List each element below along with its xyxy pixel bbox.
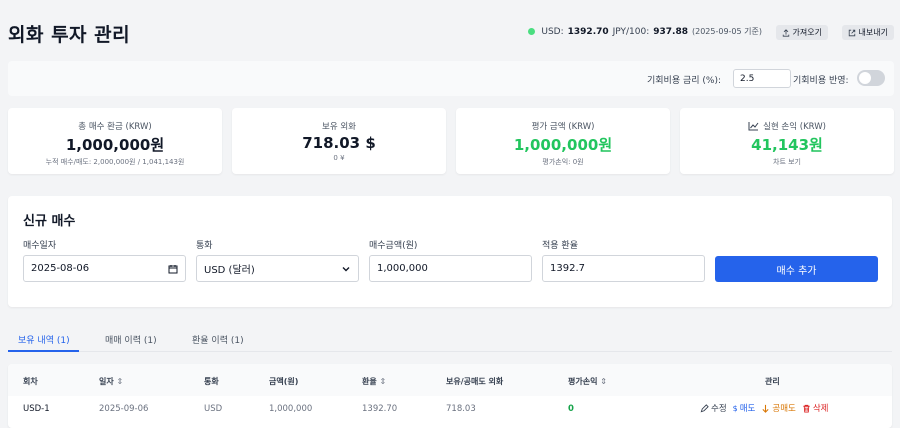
- apply-opportunity-toggle[interactable]: [857, 70, 885, 86]
- header-amount: 금액(원): [269, 377, 299, 386]
- arrow-down-icon: [762, 404, 769, 413]
- opportunity-rate-label: 기회비용 금리 (%):: [647, 76, 722, 86]
- sort-icon: ⇕: [379, 377, 387, 386]
- amount-input[interactable]: 1,000,000: [369, 255, 532, 282]
- card-value: 41,143원: [751, 136, 823, 154]
- card-realized-pnl[interactable]: 실현 손익 (KRW) 41,143원 차트 보기: [680, 108, 894, 174]
- currency-label: 통화: [196, 241, 213, 251]
- date-input[interactable]: 2025-08-06: [23, 255, 186, 282]
- edit-label: 수정: [711, 404, 727, 414]
- jpy-label: JPY/100:: [612, 26, 650, 37]
- sell-label: 매도: [739, 404, 756, 414]
- header-holding: 보유/공매도 외화: [446, 377, 504, 386]
- exchange-rate-summary: USD: 1392.70 JPY/100: 937.88 (2025-09-05…: [528, 26, 762, 37]
- chart-icon: [748, 122, 759, 131]
- cell-date: 2025-09-06: [99, 404, 149, 414]
- card-valuation: 평가 금액 (KRW) 1,000,000원 평가손익: 0원: [456, 108, 670, 174]
- opportunity-rate-input[interactable]: [733, 69, 791, 88]
- tab-rate-history[interactable]: 환율 이력 (1): [192, 333, 244, 346]
- upload-icon: [782, 28, 789, 37]
- card-value: 1,000,000원: [513, 136, 613, 154]
- card-total-buy: 총 매수 환금 (KRW) 1,000,000원 누적 매수/매도: 2,000…: [8, 108, 222, 174]
- export-button[interactable]: 내보내기: [841, 25, 894, 40]
- status-dot-icon: [528, 28, 536, 35]
- header-actions: 관리: [765, 377, 780, 386]
- calendar-icon: [168, 264, 178, 273]
- rate-label: 적용 환율: [542, 241, 578, 251]
- card-label: 실현 손익 (KRW): [763, 122, 826, 132]
- add-buy-button[interactable]: 매수 추가: [715, 256, 878, 282]
- card-label: 총 매수 환금 (KRW): [78, 122, 152, 132]
- card-value: 718.03 $: [302, 134, 376, 152]
- card-holding-currency: 보유 외화 718.03 $ 0 ¥: [232, 108, 446, 174]
- rate-date: (2025-09-05 기준): [692, 27, 762, 36]
- header-rate[interactable]: 환율 ⇕: [362, 376, 386, 387]
- header-round: 회차: [23, 377, 38, 386]
- header-pnl-label: 평가손익: [568, 377, 598, 386]
- chart-view-link[interactable]: 차트 보기: [680, 157, 894, 167]
- apply-opportunity-label: 기회비용 반영:: [793, 76, 849, 86]
- card-label: 평가 금액 (KRW): [531, 122, 595, 132]
- tab-holdings[interactable]: 보유 내역 (1): [18, 333, 70, 346]
- new-buy-panel: 신규 매수 매수일자 2025-08-06 통화 USD (달러) 매수금액(원…: [8, 196, 892, 307]
- export-label: 내보내기: [858, 28, 888, 37]
- header-pnl[interactable]: 평가손익 ⇕: [568, 376, 607, 387]
- currency-value: USD (달러): [204, 265, 255, 276]
- external-link-icon: [848, 29, 855, 36]
- new-buy-title: 신규 매수: [23, 214, 76, 229]
- tab-trade-history[interactable]: 매매 이력 (1): [105, 333, 157, 346]
- short-sell-label: 공매도: [772, 404, 796, 414]
- fetch-rates-label: 가져오기: [792, 28, 822, 37]
- header-date[interactable]: 일자 ⇕: [99, 376, 123, 387]
- holdings-table: 회차 일자 ⇕ 통화 금액(원) 환율 ⇕ 보유/공매도 외화 평가손익 ⇕ 관…: [8, 364, 892, 428]
- sell-button[interactable]: $ 매도: [732, 402, 756, 415]
- usd-value: 1392.70: [567, 26, 609, 37]
- cell-pnl: 0: [568, 404, 574, 414]
- cell-rate: 1392.70: [362, 404, 398, 414]
- table-header: 회차 일자 ⇕ 통화 금액(원) 환율 ⇕ 보유/공매도 외화 평가손익 ⇕ 관…: [8, 364, 892, 396]
- row-actions: 수정 $ 매도 공매도 삭제: [700, 402, 828, 414]
- card-label-row: 실현 손익 (KRW): [680, 120, 894, 132]
- card-label: 보유 외화: [322, 122, 356, 132]
- cell-holding: 718.03: [446, 404, 476, 414]
- fetch-rates-button[interactable]: 가져오기: [775, 25, 828, 40]
- amount-label: 매수금액(원): [369, 241, 418, 251]
- active-tab-indicator: [8, 350, 79, 352]
- tab-bar: 보유 내역 (1) 매매 이력 (1) 환율 이력 (1): [8, 325, 892, 352]
- header: 외화 투자 관리 USD: 1392.70 JPY/100: 937.88 (2…: [8, 18, 894, 48]
- usd-label: USD:: [541, 26, 564, 37]
- date-label: 매수일자: [23, 241, 57, 251]
- jpy-value: 937.88: [653, 26, 688, 37]
- delete-button[interactable]: 삭제: [802, 402, 829, 414]
- settings-bar: 기회비용 금리 (%): 기회비용 반영:: [8, 61, 894, 96]
- header-currency: 통화: [204, 377, 219, 386]
- chevron-down-icon: [342, 266, 350, 271]
- short-sell-button[interactable]: 공매도: [761, 402, 796, 414]
- card-sub: 평가손익: 0원: [542, 158, 584, 166]
- header-rate-label: 환율: [362, 377, 377, 386]
- card-sub: 0 ¥: [333, 154, 345, 162]
- trash-icon: [803, 404, 810, 413]
- delete-label: 삭제: [812, 404, 829, 414]
- rate-input[interactable]: 1392.7: [542, 255, 705, 282]
- dollar-icon: $: [732, 403, 738, 413]
- card-value: 1,000,000원: [65, 136, 165, 154]
- date-value: 2025-08-06: [31, 263, 90, 274]
- pencil-icon: [700, 403, 709, 412]
- page-title: 외화 투자 관리: [8, 24, 131, 46]
- cell-round: USD-1: [23, 404, 50, 414]
- sort-icon: ⇕: [116, 377, 124, 386]
- currency-select[interactable]: USD (달러): [196, 255, 359, 282]
- card-sub: 누적 매수/매도: 2,000,000원 / 1,041,143원: [45, 158, 185, 166]
- toggle-knob: [859, 72, 871, 84]
- rate-value: 1392.7: [550, 263, 585, 274]
- cell-currency: USD: [204, 404, 223, 414]
- header-date-label: 일자: [99, 377, 114, 386]
- sort-icon: ⇕: [600, 377, 607, 386]
- cell-amount: 1,000,000: [269, 404, 313, 414]
- amount-value: 1,000,000: [377, 263, 428, 274]
- edit-button[interactable]: 수정: [700, 402, 727, 414]
